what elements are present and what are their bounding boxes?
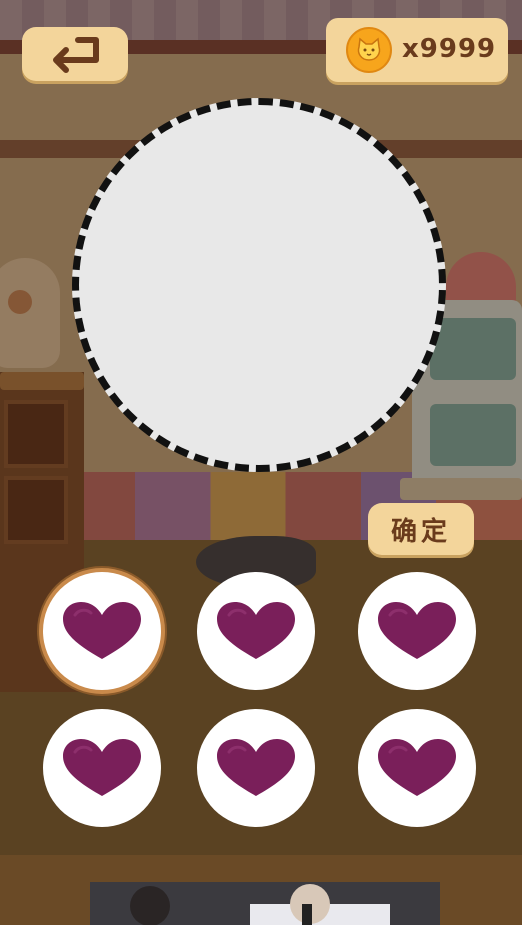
heart-icon xyxy=(217,739,295,796)
heart-icon xyxy=(378,739,456,796)
back-button[interactable] xyxy=(22,27,128,81)
coin-count: x9999 xyxy=(402,34,497,64)
heart-choice-slot[interactable] xyxy=(197,709,315,827)
cat-coin-icon xyxy=(346,27,392,73)
heart-choice-slot[interactable] xyxy=(43,709,161,827)
video-tie xyxy=(302,904,312,925)
video-ad-thumbnail[interactable] xyxy=(90,882,440,925)
heart-icon xyxy=(217,602,295,659)
heart-choice-slot[interactable] xyxy=(358,572,476,690)
heart-icon xyxy=(63,602,141,659)
heart-choice-slot[interactable] xyxy=(358,709,476,827)
heart-choice-slot[interactable] xyxy=(43,572,161,690)
confirm-button[interactable]: 确定 xyxy=(368,503,474,555)
back-arrow-icon xyxy=(53,37,99,73)
heart-choice-slot[interactable] xyxy=(197,572,315,690)
photo-circle-placeholder[interactable] xyxy=(72,98,446,472)
heart-icon xyxy=(63,739,141,796)
video-person xyxy=(130,886,170,925)
coin-counter: x9999 xyxy=(326,18,508,82)
heart-icon xyxy=(378,602,456,659)
